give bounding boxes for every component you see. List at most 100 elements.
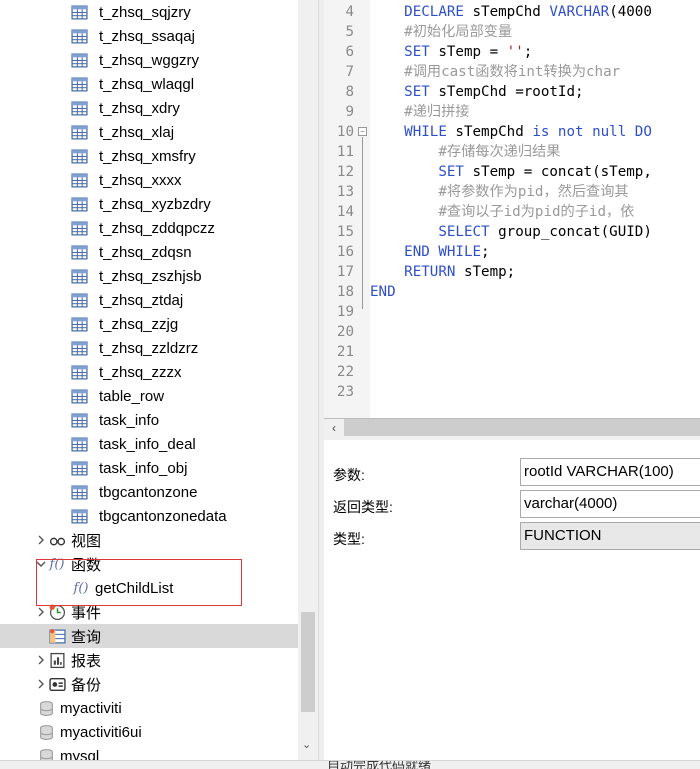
code-line[interactable]: 12 SET sTemp = concat(sTemp, (324, 162, 700, 182)
code-text: SELECT group_concat(GUID) (370, 222, 652, 242)
table-row[interactable]: t_zhsq_wlaqgl (0, 72, 298, 96)
tree-group-events[interactable]: 事件 (0, 600, 298, 624)
tree-item-label: getChildList (95, 579, 174, 597)
code-line[interactable]: 21 (324, 342, 700, 362)
line-number: 12 (336, 164, 354, 180)
table-row[interactable]: task_info_deal (0, 432, 298, 456)
code-text: #查询以子id为pid的子id，依 (370, 202, 634, 222)
table-row[interactable]: table_row (0, 384, 298, 408)
scroll-down-arrow-icon[interactable]: ⌄ (302, 738, 311, 751)
table-row[interactable]: tbgcantonzone (0, 480, 298, 504)
database-item[interactable]: myactiviti (0, 696, 298, 720)
table-grid-icon (70, 219, 88, 237)
tree-item-label: t_zhsq_xlaj (99, 123, 175, 141)
tree-scrollbar-thumb[interactable] (301, 612, 315, 712)
code-token: RETURN (404, 264, 456, 280)
chevron-right-icon[interactable] (34, 600, 48, 624)
table-row[interactable]: t_zhsq_ssaqaj (0, 24, 298, 48)
code-line[interactable]: 5 #初始化局部变量 (324, 22, 700, 42)
table-row[interactable]: t_zhsq_xxxx (0, 168, 298, 192)
code-line[interactable]: 13 #将参数作为pid，然后查询其 (324, 182, 700, 202)
code-line[interactable]: 14 #查询以子id为pid的子id，依 (324, 202, 700, 222)
code-token: SET (404, 44, 430, 60)
database-item[interactable]: myactiviti6ui (0, 720, 298, 744)
table-row[interactable]: t_zhsq_zszhjsb (0, 264, 298, 288)
table-row[interactable]: t_zhsq_zddqpczz (0, 216, 298, 240)
editor-horizontal-scrollbar[interactable]: ‹ (324, 418, 700, 437)
navigation-tree[interactable]: t_zhsq_sqjzry t_zhsq_ssaqaj t_zhsq_wggzry t… (0, 0, 298, 760)
table-row[interactable]: task_info (0, 408, 298, 432)
line-number: 21 (336, 344, 354, 360)
line-number: 14 (336, 204, 354, 220)
chevron-right-icon[interactable] (34, 672, 48, 696)
tree-group-functions[interactable]: f() 函数 (0, 552, 298, 576)
code-editor[interactable]: 4 DECLARE sTempChd VARCHAR(4000 5 #初始化局部变… (324, 0, 700, 418)
code-token: is not null DO (532, 124, 652, 140)
code-line[interactable]: 11 #存储每次递归结果 (324, 142, 700, 162)
table-row[interactable]: t_zhsq_zdqsn (0, 240, 298, 264)
database-item[interactable]: mysql (0, 744, 298, 760)
params-field[interactable]: rootId VARCHAR(100) (520, 458, 700, 486)
chevron-right-icon[interactable] (34, 648, 48, 672)
table-row[interactable]: t_zhsq_wggzry (0, 48, 298, 72)
return-type-label: 返回类型: (333, 499, 393, 515)
code-line[interactable]: 18 END (324, 282, 700, 302)
code-token: sTempChd =rootId; (429, 84, 584, 100)
table-row[interactable]: t_zhsq_zzjg (0, 312, 298, 336)
code-line[interactable]: 7 #调用cast函数将int转换为char (324, 62, 700, 82)
line-number: 23 (336, 384, 354, 400)
table-grid-icon (70, 339, 88, 357)
line-number: 20 (336, 324, 354, 340)
fold-toggle-icon[interactable]: − (358, 127, 367, 136)
code-token: sTemp; (455, 264, 516, 280)
table-row[interactable]: t_zhsq_xyzbzdry (0, 192, 298, 216)
code-token: sTemp = (429, 44, 507, 60)
code-token: sTemp = concat(sTemp, (463, 164, 652, 180)
tree-group-queries[interactable]: 查询 (0, 624, 298, 648)
code-line[interactable]: 6 SET sTemp = ''; (324, 42, 700, 62)
tree-group-views[interactable]: 视图 (0, 528, 298, 552)
tree-item-label: 函数 (71, 556, 102, 574)
chevron-down-icon[interactable] (34, 552, 48, 576)
code-line[interactable]: 16 END WHILE; (324, 242, 700, 262)
table-row[interactable]: t_zhsq_zzldzrz (0, 336, 298, 360)
code-line[interactable]: 20 (324, 322, 700, 342)
code-line[interactable]: 19 (324, 302, 700, 322)
table-row[interactable]: t_zhsq_zzzx (0, 360, 298, 384)
tree-vertical-scrollbar[interactable]: ⌄ (298, 0, 318, 760)
code-line[interactable]: 22 (324, 362, 700, 382)
code-line[interactable]: 8 SET sTempChd =rootId; (324, 82, 700, 102)
table-row[interactable]: t_zhsq_ztdaj (0, 288, 298, 312)
code-token: sTempChd (446, 124, 533, 140)
tree-item-getchildlist[interactable]: f() getChildList (0, 576, 298, 600)
table-grid-icon (70, 387, 88, 405)
code-line[interactable]: 4 DECLARE sTempChd VARCHAR(4000 (324, 2, 700, 22)
tree-group-backups[interactable]: 备份 (0, 672, 298, 696)
tree-group-reports[interactable]: 报表 (0, 648, 298, 672)
table-row[interactable]: t_zhsq_xlaj (0, 120, 298, 144)
code-text: SET sTemp = concat(sTemp, (370, 162, 652, 182)
chevron-right-icon[interactable] (34, 528, 48, 552)
line-number: 16 (336, 244, 354, 260)
line-number: 9 (345, 104, 354, 120)
tree-item-label: t_zhsq_ssaqaj (99, 27, 195, 45)
code-line[interactable]: 10 WHILE sTempChd is not null DO (324, 122, 700, 142)
table-row[interactable]: tbgcantonzonedata (0, 504, 298, 528)
code-text: DECLARE sTempChd VARCHAR(4000 (370, 2, 652, 22)
table-row[interactable]: t_zhsq_sqjzry (0, 0, 298, 24)
table-row[interactable]: task_info_obj (0, 456, 298, 480)
chevron-placeholder (34, 624, 48, 648)
code-line[interactable]: 23 (324, 382, 700, 402)
status-text: 自动完成代码就绪 (327, 760, 432, 769)
scroll-left-arrow-icon[interactable]: ‹ (324, 419, 344, 437)
tree-item-label: 查询 (71, 628, 102, 646)
code-token: END (370, 284, 396, 300)
code-line[interactable]: 17 RETURN sTemp; (324, 262, 700, 282)
return-type-field[interactable]: varchar(4000) (520, 490, 700, 518)
code-line[interactable]: 9 #递归拼接 (324, 102, 700, 122)
status-bar: 自动完成代码就绪 (0, 760, 700, 769)
table-row[interactable]: t_zhsq_xmsfry (0, 144, 298, 168)
table-row[interactable]: t_zhsq_xdry (0, 96, 298, 120)
code-line[interactable]: 15 SELECT group_concat(GUID) (324, 222, 700, 242)
